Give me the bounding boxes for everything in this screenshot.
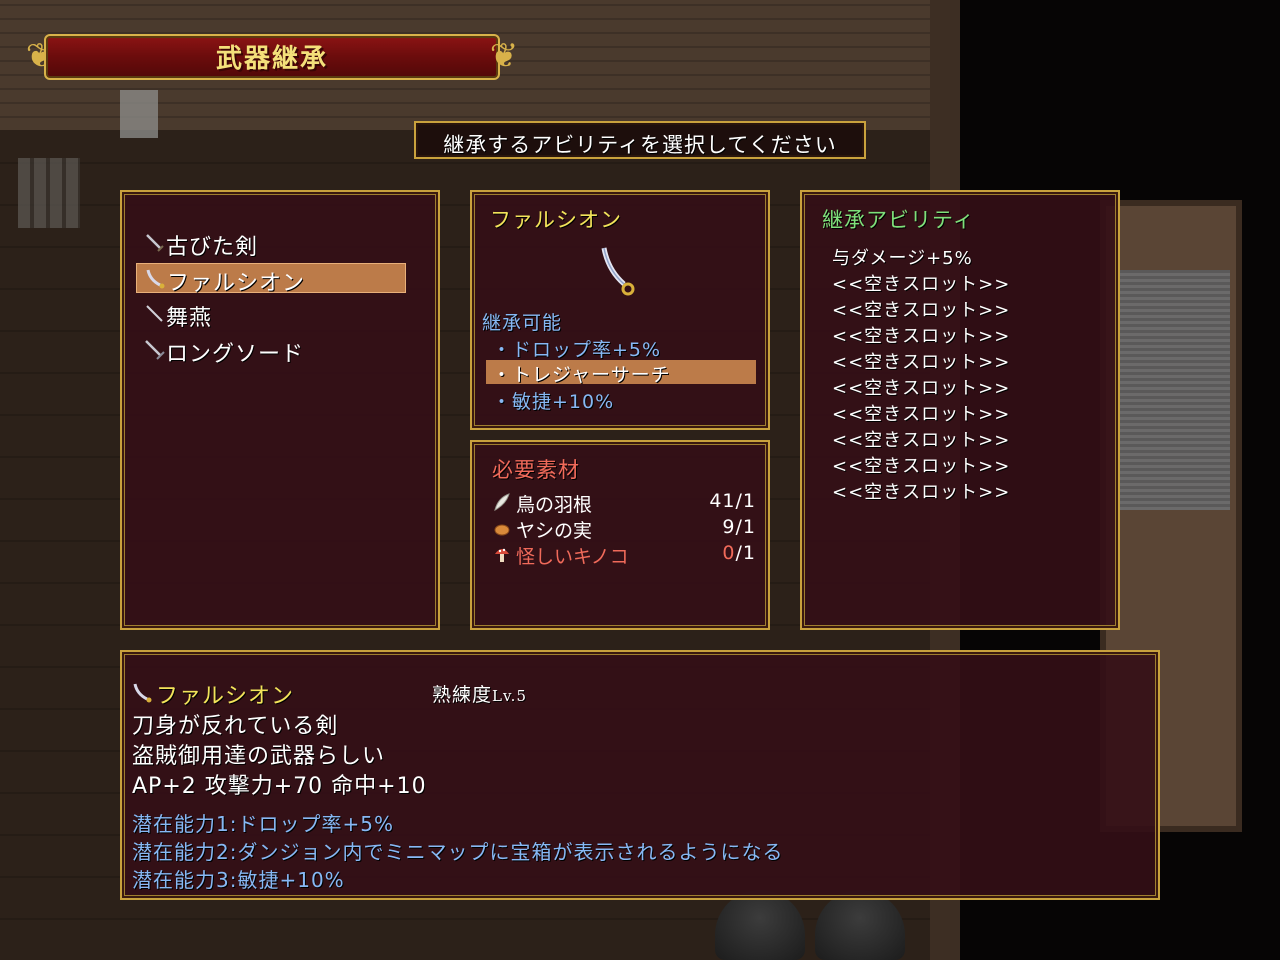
material-qty: 9/1 [722, 516, 756, 538]
screen-title: 武器継承 [215, 44, 328, 74]
potential-ability-line: 潜在能力2:ダンジョン内でミニマップに宝箱が表示されるようになる [132, 840, 784, 864]
material-name: 鳥の羽根 [516, 494, 593, 516]
materials-header: 必要素材 [492, 458, 580, 482]
inheritable-ability-item-selected[interactable]: ・トレジャーサーチ [486, 360, 756, 386]
description-window: ファルシオン 熟練度Lv.5 刀身が反れている剣 盗賊御用達の武器らしい AP+… [120, 650, 1160, 900]
falchion-icon [133, 683, 152, 703]
weapon-item-falchion[interactable]: ファルシオン [136, 263, 406, 296]
ability-slot-empty: <<空きスロット>> [832, 352, 1011, 373]
description-weapon-name: ファルシオン [156, 684, 295, 709]
weapon-detail-window: ファルシオン 継承可能 ・ドロップ率+5% ・トレジャーサーチ ・敏捷+10% [470, 190, 770, 430]
inherited-abilities-header: 継承アビリティ [822, 208, 975, 232]
weapon-stats: AP+2 攻撃力+70 命中+10 [132, 774, 427, 799]
ability-slot-empty: <<空きスロット>> [832, 378, 1011, 399]
ability-slot-empty: <<空きスロット>> [832, 326, 1011, 347]
falchion-icon [146, 269, 165, 289]
instruction-box: 継承するアビリティを選択してください [414, 121, 866, 159]
ability-slot: 与ダメージ+5% [832, 248, 973, 269]
ability-slot-empty: <<空きスロット>> [832, 482, 1011, 503]
longsword-icon [145, 340, 165, 360]
sword-icon [146, 234, 164, 252]
material-name: 怪しいキノコ [516, 546, 629, 568]
coconut-icon [494, 524, 510, 536]
ability-slot-empty: <<空きスロット>> [832, 274, 1011, 295]
ability-slot-empty: <<空きスロット>> [832, 300, 1011, 321]
weapon-item-label: ファルシオン [167, 271, 306, 296]
potential-ability-line: 潜在能力1:ドロップ率+5% [132, 812, 394, 836]
ability-label: ・ドロップ率+5% [492, 339, 662, 361]
proficiency-label: 熟練度 [432, 684, 493, 706]
weapon-list-window: 古びた剣 ファルシオン 舞燕 ロングソード [120, 190, 440, 630]
proficiency-level: Lv.5 [492, 687, 527, 705]
ability-slot-empty: <<空きスロット>> [832, 404, 1011, 425]
ability-label: ・敏捷+10% [492, 391, 615, 413]
material-name: ヤシの実 [516, 520, 593, 542]
detail-weapon-name: ファルシオン [490, 208, 622, 232]
ability-slot-empty: <<空きスロット>> [832, 456, 1011, 477]
material-row: 怪しいキノコ 0/1 [492, 542, 756, 568]
material-row: 鳥の羽根 41/1 [492, 490, 756, 516]
description-line: 刀身が反れている剣 [132, 714, 339, 739]
potential-ability-line: 潜在能力3:敏捷+10% [132, 868, 345, 892]
feather-icon [494, 493, 510, 511]
material-qty: 41/1 [709, 490, 756, 512]
weapon-item-longsword[interactable]: ロングソード [136, 335, 406, 367]
inheritable-ability-item[interactable]: ・ドロップ率+5% [486, 335, 756, 361]
material-qty: 0/1 [722, 542, 756, 564]
weapon-item-old-sword[interactable]: 古びた剣 [136, 228, 406, 260]
weapon-item-label: 舞燕 [166, 306, 213, 331]
inheritable-ability-item[interactable]: ・敏捷+10% [486, 387, 756, 413]
wall-notice [120, 90, 158, 138]
ability-label: ・トレジャーサーチ [492, 364, 671, 386]
material-row: ヤシの実 9/1 [492, 516, 756, 542]
ability-slot-empty: <<空きスロット>> [832, 430, 1011, 451]
falchion-large-icon [601, 247, 635, 296]
weapon-item-label: ロングソード [166, 342, 305, 367]
door-panel [1120, 270, 1230, 510]
instruction-text: 継承するアビリティを選択してください [443, 133, 837, 157]
sword-icon [146, 305, 163, 322]
inheritable-header: 継承可能 [482, 312, 563, 334]
weapon-item-label: 古びた剣 [166, 235, 259, 260]
mushroom-icon [495, 548, 509, 562]
proficiency: 熟練度Lv.5 [432, 680, 527, 707]
title-banner: ❦ ❦ 武器継承 [22, 30, 522, 84]
weapon-item-maien[interactable]: 舞燕 [136, 299, 406, 331]
wall-window [18, 158, 80, 228]
materials-window: 必要素材 鳥の羽根 41/1 ヤシの実 9/1 怪しいキノコ 0/1 [470, 440, 770, 630]
inherited-abilities-window: 継承アビリティ 与ダメージ+5% <<空きスロット>> <<空きスロット>> <… [800, 190, 1120, 630]
description-line: 盗賊御用達の武器らしい [132, 744, 386, 769]
